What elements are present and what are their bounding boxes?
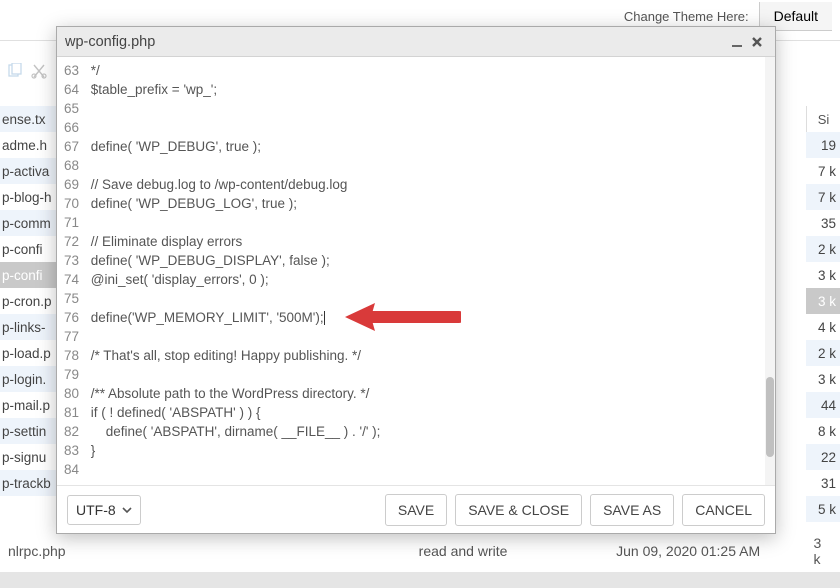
size-cell: 4 k xyxy=(806,314,840,340)
save-and-close-button[interactable]: SAVE & CLOSE xyxy=(455,494,582,526)
size-cell: 3 k xyxy=(806,288,840,314)
size-cell: 7 k xyxy=(806,158,840,184)
footer-date: Jun 09, 2020 01:25 AM xyxy=(616,543,813,559)
file-row[interactable]: p-comm xyxy=(0,210,56,236)
encoding-value: UTF-8 xyxy=(76,502,116,518)
size-cell: 35 xyxy=(806,210,840,236)
copy-icon[interactable] xyxy=(4,60,26,82)
file-row[interactable]: p-activa xyxy=(0,158,56,184)
file-row[interactable]: p-signu xyxy=(0,444,56,470)
size-cell: 2 k xyxy=(806,340,840,366)
size-cell: 19 xyxy=(806,132,840,158)
footer-size: 3 k xyxy=(814,535,840,567)
file-row[interactable]: p-mail.p xyxy=(0,392,56,418)
save-button[interactable]: SAVE xyxy=(385,494,447,526)
size-cell: 22 xyxy=(806,444,840,470)
size-column-header[interactable]: Si xyxy=(806,106,840,132)
chevron-down-icon xyxy=(122,502,132,518)
close-icon[interactable] xyxy=(747,32,767,52)
file-row[interactable]: p-settin xyxy=(0,418,56,444)
minimize-icon[interactable] xyxy=(727,32,747,52)
file-row[interactable]: p-load.p xyxy=(0,340,56,366)
file-row[interactable]: adme.h xyxy=(0,132,56,158)
vertical-scrollbar[interactable] xyxy=(765,57,775,485)
size-cell: 3 k xyxy=(806,262,840,288)
encoding-select[interactable]: UTF-8 xyxy=(67,495,141,525)
size-cell: 3 k xyxy=(806,366,840,392)
size-cell: 2 k xyxy=(806,236,840,262)
file-row[interactable]: p-blog-h xyxy=(0,184,56,210)
save-as-button[interactable]: SAVE AS xyxy=(590,494,674,526)
cancel-button[interactable]: CANCEL xyxy=(682,494,765,526)
line-gutter: 6364656667686970717273747576777879808182… xyxy=(57,57,85,485)
size-cell: 7 k xyxy=(806,184,840,210)
scrollbar-thumb[interactable] xyxy=(766,377,774,457)
size-cell: 8 k xyxy=(806,418,840,444)
file-row[interactable]: p-links- xyxy=(0,314,56,340)
editor-dialog: wp-config.php 63646566676869707172737475… xyxy=(56,26,776,534)
file-row[interactable]: p-trackb xyxy=(0,470,56,496)
editor-title: wp-config.php xyxy=(65,34,155,50)
size-cell: 31 xyxy=(806,470,840,496)
cut-icon[interactable] xyxy=(28,60,50,82)
size-column: 197 k7 k352 k3 k3 k4 k2 k3 k448 k22315 k xyxy=(806,132,840,522)
file-row[interactable]: ense.tx xyxy=(0,106,56,132)
status-bar xyxy=(0,572,840,588)
file-row[interactable]: p-cron.p xyxy=(0,288,56,314)
code-editor[interactable]: 6364656667686970717273747576777879808182… xyxy=(57,57,775,485)
footer-permissions: read and write xyxy=(419,543,616,559)
editor-titlebar[interactable]: wp-config.php xyxy=(57,27,775,57)
file-detail-row: nlrpc.php read and write Jun 09, 2020 01… xyxy=(0,538,840,564)
footer-file-name: nlrpc.php xyxy=(8,543,419,559)
change-theme-label: Change Theme Here: xyxy=(624,9,749,24)
file-row[interactable]: p-login. xyxy=(0,366,56,392)
file-list: ense.txadme.hp-activap-blog-hp-commp-con… xyxy=(0,106,56,496)
size-cell: 5 k xyxy=(806,496,840,522)
file-row[interactable]: p-confi xyxy=(0,236,56,262)
file-row[interactable]: p-confi xyxy=(0,262,56,288)
code-content[interactable]: */ $table_prefix = 'wp_'; define( 'WP_DE… xyxy=(87,57,759,479)
size-cell: 44 xyxy=(806,392,840,418)
